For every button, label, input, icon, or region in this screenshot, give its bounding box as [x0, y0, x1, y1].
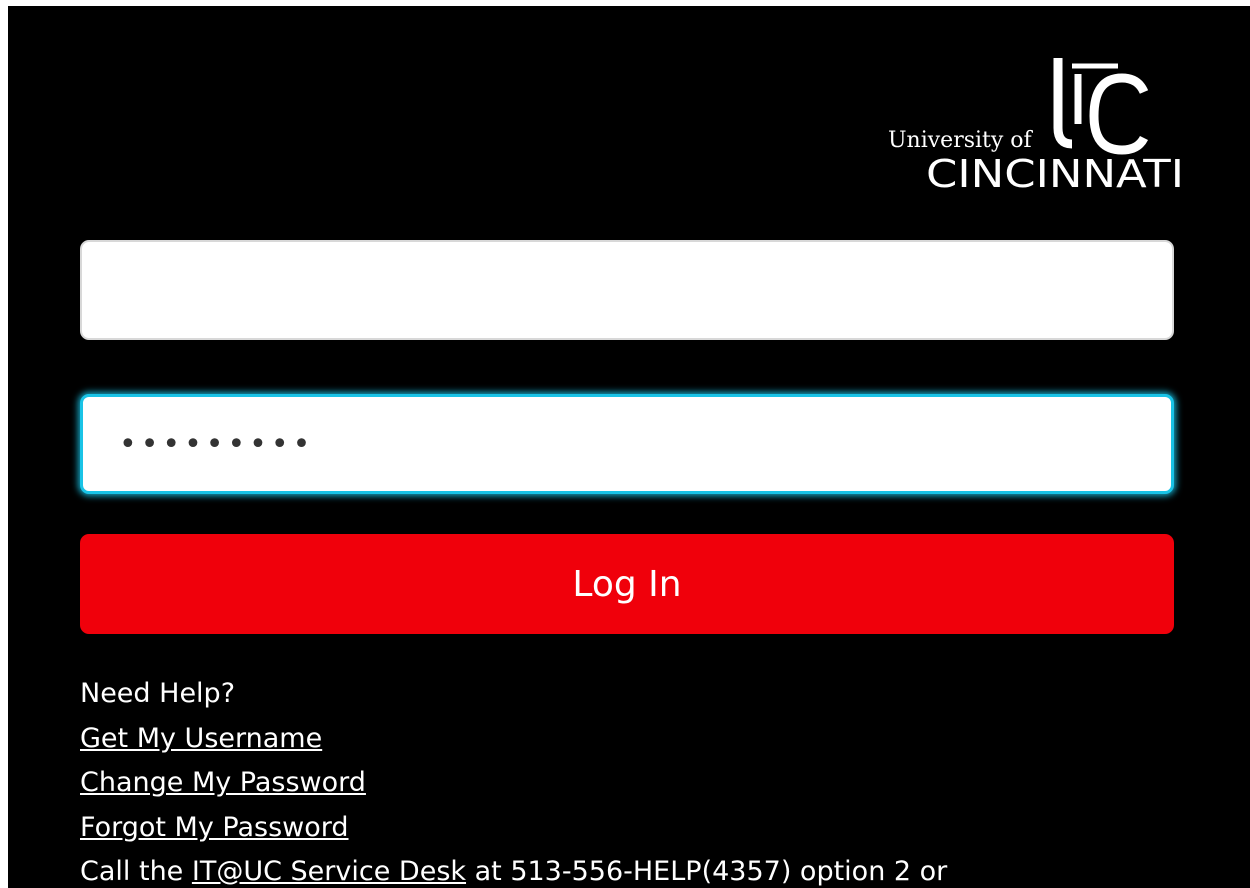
- login-panel: University of CINCINNATI Log In Need Hel…: [8, 6, 1250, 888]
- logo-university-of-text: University of: [888, 128, 1034, 153]
- username-input[interactable]: [80, 240, 1174, 340]
- service-desk-line: Call the IT@UC Service Desk at 513-556-H…: [80, 850, 947, 888]
- help-section: Need Help? Get My Username Change My Pas…: [80, 672, 947, 888]
- get-username-link[interactable]: Get My Username: [80, 723, 322, 754]
- help-heading: Need Help?: [80, 678, 236, 709]
- uc-logo: University of CINCINNATI: [876, 54, 1186, 196]
- login-button[interactable]: Log In: [80, 534, 1174, 634]
- logo-cincinnati-text: CINCINNATI: [926, 152, 1184, 196]
- uc-logo-graphic: University of CINCINNATI: [888, 58, 1184, 196]
- service-desk-suffix: at 513-556-HELP(4357) option 2 or: [466, 856, 948, 887]
- password-input[interactable]: [80, 394, 1174, 494]
- forgot-password-link[interactable]: Forgot My Password: [80, 812, 349, 843]
- service-desk-link[interactable]: IT@UC Service Desk: [192, 856, 466, 887]
- change-password-link[interactable]: Change My Password: [80, 767, 366, 798]
- service-desk-prefix: Call the: [80, 856, 192, 887]
